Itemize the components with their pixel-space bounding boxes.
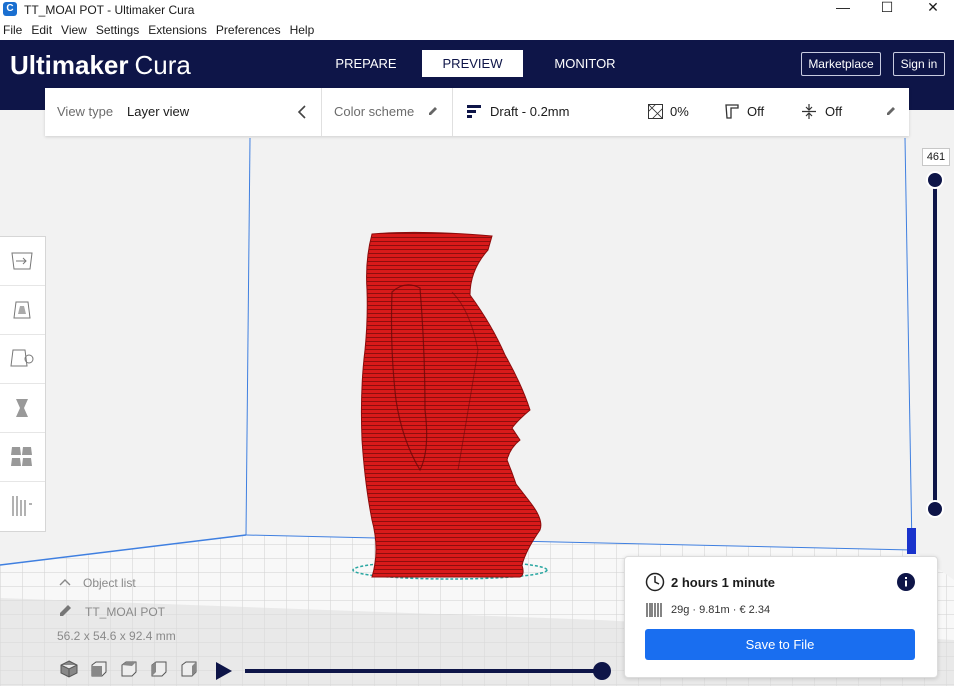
object-list-label: Object list	[83, 576, 136, 590]
maximize-button[interactable]: ☐	[864, 0, 910, 20]
print-info-panel: 2 hours 1 minute 29g · 9.81m · € 2.34 Sa…	[624, 556, 938, 678]
per-model-settings-icon	[11, 447, 32, 466]
menu-extensions[interactable]: Extensions	[145, 20, 210, 40]
rotate-tool-icon	[10, 349, 34, 367]
menu-preferences[interactable]: Preferences	[213, 20, 284, 40]
mirror-tool-button[interactable]	[0, 384, 45, 433]
chevron-up-icon	[59, 579, 71, 586]
scale-tool-icon	[13, 301, 31, 319]
per-model-settings-button[interactable]	[0, 433, 45, 482]
cura-app-icon: C	[3, 2, 17, 16]
color-scheme-label[interactable]: Color scheme	[334, 104, 414, 119]
filament-spool-icon	[646, 603, 662, 617]
view-type-label: View type	[57, 104, 114, 119]
moai-pot-model	[360, 231, 542, 578]
menu-bar: File Edit View Settings Extensions Prefe…	[0, 20, 954, 40]
view-toolbar: View type Layer view Color scheme Draft …	[45, 88, 909, 136]
object-name[interactable]: TT_MOAI POT	[85, 605, 235, 619]
view-type-dropdown[interactable]: Layer view	[127, 104, 189, 119]
adhesion-icon	[802, 104, 816, 119]
move-tool-button[interactable]	[0, 237, 45, 286]
clock-icon	[645, 572, 665, 592]
info-icon[interactable]	[897, 573, 915, 591]
pencil-icon[interactable]	[885, 105, 897, 117]
tool-panel	[0, 236, 46, 532]
3d-view-icon[interactable]	[59, 659, 79, 679]
play-simulation-button[interactable]	[216, 662, 232, 680]
path-slider-track[interactable]	[245, 669, 602, 673]
infill-icon	[648, 104, 663, 119]
marketplace-button[interactable]: Marketplace	[801, 52, 881, 76]
rotate-tool-button[interactable]	[0, 335, 45, 384]
title-bar: C TT_MOAI POT - Ultimaker Cura — ☐ ✕	[0, 0, 954, 20]
divider	[321, 88, 322, 136]
prime-tower	[907, 528, 916, 554]
save-to-file-button[interactable]: Save to File	[645, 629, 915, 660]
logo-bold: Ultimaker	[10, 50, 129, 80]
support-blocker-button[interactable]	[0, 482, 45, 530]
support-blocker-icon	[12, 496, 32, 516]
support-icon	[725, 104, 739, 119]
menu-settings[interactable]: Settings	[93, 20, 142, 40]
layer-number-badge[interactable]: 461	[922, 148, 950, 166]
print-profile-selector[interactable]: Draft - 0.2mm	[490, 104, 569, 119]
menu-view[interactable]: View	[58, 20, 90, 40]
adhesion-value[interactable]: Off	[825, 104, 842, 119]
right-view-icon[interactable]	[179, 659, 199, 679]
left-view-icon[interactable]	[149, 659, 169, 679]
tab-monitor[interactable]: MONITOR	[542, 50, 628, 77]
material-estimate: 29g · 9.81m · € 2.34	[671, 604, 771, 616]
path-slider-handle[interactable]	[593, 662, 611, 680]
close-button[interactable]: ✕	[910, 0, 954, 20]
print-time: 2 hours 1 minute	[671, 575, 776, 590]
window-title: TT_MOAI POT - Ultimaker Cura	[24, 3, 195, 17]
minimize-button[interactable]: —	[820, 0, 866, 20]
infill-value[interactable]: 0%	[670, 104, 689, 119]
chevron-left-icon[interactable]	[297, 105, 307, 119]
build-volume-right-edge	[904, 137, 913, 551]
tab-prepare[interactable]: PREPARE	[326, 50, 406, 77]
scale-tool-button[interactable]	[0, 286, 45, 335]
support-value[interactable]: Off	[747, 104, 764, 119]
move-tool-icon	[11, 252, 33, 270]
build-volume-left-edge	[245, 137, 251, 536]
mirror-tool-icon	[16, 399, 28, 417]
layer-slider-bottom-handle[interactable]	[926, 500, 944, 518]
front-view-icon[interactable]	[89, 659, 109, 679]
top-view-icon[interactable]	[119, 659, 139, 679]
pencil-icon[interactable]	[427, 105, 439, 117]
profile-icon	[467, 105, 481, 118]
menu-edit[interactable]: Edit	[28, 20, 55, 40]
ultimaker-cura-logo: Ultimaker Cura	[10, 50, 191, 81]
layer-slider-top-handle[interactable]	[926, 171, 944, 189]
logo-light: Cura	[134, 50, 191, 80]
divider	[452, 88, 453, 136]
menu-help[interactable]: Help	[287, 20, 318, 40]
object-dimensions: 56.2 x 54.6 x 92.4 mm	[57, 629, 176, 643]
tab-preview[interactable]: PREVIEW	[422, 50, 523, 77]
layer-slider-track[interactable]	[933, 180, 937, 510]
menu-file[interactable]: File	[0, 20, 25, 40]
pencil-icon[interactable]	[59, 603, 73, 617]
sign-in-button[interactable]: Sign in	[893, 52, 945, 76]
